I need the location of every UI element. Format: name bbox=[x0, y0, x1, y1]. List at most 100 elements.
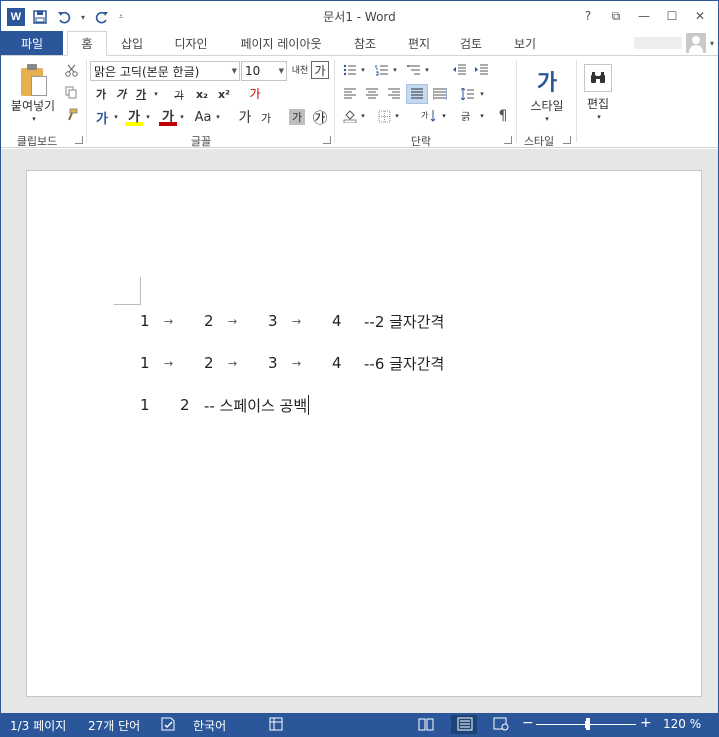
font-launcher-icon[interactable] bbox=[323, 136, 331, 144]
binoculars-icon[interactable] bbox=[584, 64, 612, 92]
doc-line-1[interactable]: 1 → 2 → 3 → 4 --2 글자간격 bbox=[140, 310, 444, 332]
shading-dropdown-icon[interactable]: ▾ bbox=[359, 110, 367, 122]
tab-review[interactable]: 검토 bbox=[451, 31, 491, 55]
increase-indent-icon[interactable] bbox=[473, 62, 491, 78]
document-page[interactable]: 1 → 2 → 3 → 4 --2 글자간격 1 → 2 → 3 → 4 --6… bbox=[26, 170, 702, 697]
styles-icon[interactable]: 가 bbox=[529, 64, 565, 98]
borders-dropdown-icon[interactable]: ▾ bbox=[393, 110, 401, 122]
asian-layout-icon[interactable]: 긁 bbox=[459, 108, 477, 124]
tab-insert[interactable]: 삽입 bbox=[111, 31, 153, 55]
bullets-icon[interactable] bbox=[341, 62, 359, 78]
shading-icon[interactable] bbox=[341, 108, 359, 124]
group-label-styles: 스타일 bbox=[523, 135, 555, 148]
bold-button[interactable]: 가 bbox=[93, 86, 109, 102]
sort-icon[interactable]: 가 bbox=[419, 108, 439, 124]
enclose-characters-button[interactable]: ㉮ bbox=[311, 108, 329, 127]
styles-launcher-icon[interactable] bbox=[563, 136, 571, 144]
highlight-button[interactable]: 가 bbox=[125, 108, 143, 126]
show-paragraph-marks-icon[interactable]: ¶ bbox=[495, 108, 511, 124]
word-window: W ▾ ⩡ 문서1 - Word ? ⧉ — ☐ ✕ 파일 홈 삽입 디자인 페 bbox=[0, 0, 719, 737]
macro-record-icon[interactable] bbox=[269, 717, 283, 731]
close-button[interactable]: ✕ bbox=[686, 5, 714, 27]
ribbon-display-button[interactable]: ⧉ bbox=[602, 5, 630, 27]
tab-mailings[interactable]: 편지 bbox=[399, 31, 439, 55]
underline-dropdown-icon[interactable]: ▾ bbox=[151, 86, 161, 102]
highlight-dropdown-icon[interactable]: ▾ bbox=[144, 110, 152, 124]
justify-icon[interactable] bbox=[406, 84, 428, 104]
numbering-icon[interactable] bbox=[373, 62, 391, 78]
bullets-dropdown-icon[interactable]: ▾ bbox=[359, 64, 367, 76]
character-border-button[interactable]: 가 bbox=[311, 61, 329, 79]
shrink-font-button[interactable]: 가 bbox=[259, 110, 273, 126]
minimize-button[interactable]: — bbox=[630, 5, 658, 27]
format-painter-icon[interactable] bbox=[63, 106, 79, 122]
styles-dropdown-icon[interactable]: ▾ bbox=[541, 114, 553, 124]
font-color-dropdown-icon[interactable]: ▾ bbox=[178, 110, 186, 124]
editing-dropdown-icon[interactable]: ▾ bbox=[593, 112, 605, 122]
zoom-in-button[interactable]: + bbox=[640, 715, 652, 731]
web-layout-icon[interactable] bbox=[493, 717, 509, 731]
grow-font-button[interactable]: 가 bbox=[237, 108, 253, 126]
editing-button[interactable]: 편집 bbox=[579, 96, 617, 111]
tab-design[interactable]: 디자인 bbox=[165, 31, 217, 55]
sort-dropdown-icon[interactable]: ▾ bbox=[440, 110, 448, 122]
tab-home[interactable]: 홈 bbox=[67, 31, 107, 56]
doc-line-2[interactable]: 1 → 2 → 3 → 4 --6 글자간격 bbox=[140, 352, 444, 374]
zoom-level[interactable]: 120 % bbox=[663, 717, 701, 731]
tab-references[interactable]: 참조 bbox=[345, 31, 385, 55]
line-spacing-icon[interactable] bbox=[459, 86, 477, 102]
paragraph-launcher-icon[interactable] bbox=[504, 136, 512, 144]
styles-button[interactable]: 스타일 bbox=[521, 98, 573, 113]
margin-corner-mark bbox=[140, 277, 141, 304]
tab-page-layout[interactable]: 페이지 레이아웃 bbox=[229, 31, 333, 55]
tab-view[interactable]: 보기 bbox=[505, 31, 545, 55]
subscript-button[interactable]: x₂ bbox=[193, 86, 211, 102]
clear-formatting-button[interactable]: 가 bbox=[245, 84, 265, 102]
asian-layout-dropdown-icon[interactable]: ▾ bbox=[478, 110, 486, 122]
align-center-icon[interactable] bbox=[363, 86, 381, 102]
read-mode-icon[interactable] bbox=[418, 717, 434, 731]
margin-corner-mark bbox=[114, 304, 141, 305]
character-shading-button[interactable]: 가 bbox=[289, 109, 305, 125]
zoom-slider-thumb[interactable] bbox=[586, 718, 590, 730]
change-case-button[interactable]: Aa bbox=[193, 108, 213, 126]
align-left-icon[interactable] bbox=[341, 86, 359, 102]
change-case-dropdown-icon[interactable]: ▾ bbox=[214, 110, 222, 124]
numbering-dropdown-icon[interactable]: ▾ bbox=[391, 64, 399, 76]
paste-button[interactable]: 붙여넣기 bbox=[5, 98, 61, 113]
phonetic-guide-button[interactable]: 내천 bbox=[291, 61, 309, 81]
help-button[interactable]: ? bbox=[574, 5, 602, 27]
line-spacing-dropdown-icon[interactable]: ▾ bbox=[478, 88, 486, 100]
distributed-icon[interactable] bbox=[431, 86, 449, 102]
text-effects-dropdown-icon[interactable]: ▾ bbox=[112, 110, 120, 124]
paste-dropdown-icon[interactable]: ▾ bbox=[27, 114, 41, 124]
superscript-button[interactable]: x² bbox=[215, 86, 233, 102]
status-language[interactable]: 한국어 bbox=[193, 717, 226, 734]
paste-icon[interactable] bbox=[19, 64, 49, 98]
clipboard-launcher-icon[interactable] bbox=[75, 136, 83, 144]
user-area[interactable]: ▾ bbox=[633, 33, 714, 53]
borders-icon[interactable] bbox=[375, 108, 393, 124]
tab-file[interactable]: 파일 bbox=[1, 31, 63, 55]
text-effects-button[interactable]: 가 bbox=[93, 108, 111, 127]
font-color-button[interactable]: 가 bbox=[159, 108, 177, 126]
font-size-value: 10 bbox=[245, 64, 261, 78]
status-page[interactable]: 1/3 페이지 bbox=[10, 717, 66, 734]
font-size-combo[interactable]: 10 ▼ bbox=[241, 61, 287, 81]
cut-icon[interactable] bbox=[63, 62, 79, 78]
copy-icon[interactable] bbox=[63, 84, 79, 100]
doc-line-3[interactable]: 1 2 -- 스페이스 공백 bbox=[140, 394, 310, 416]
align-right-icon[interactable] bbox=[385, 86, 403, 102]
proofing-icon[interactable] bbox=[161, 717, 177, 731]
strikethrough-button[interactable]: 가 bbox=[169, 86, 189, 102]
decrease-indent-icon[interactable] bbox=[451, 62, 469, 78]
zoom-out-button[interactable]: − bbox=[522, 715, 534, 731]
font-name-combo[interactable]: 맑은 고딕(본문 한글) ▼ bbox=[90, 61, 240, 81]
multilevel-dropdown-icon[interactable]: ▾ bbox=[423, 64, 431, 76]
maximize-button[interactable]: ☐ bbox=[658, 5, 686, 27]
multilevel-list-icon[interactable] bbox=[405, 62, 423, 78]
italic-button[interactable]: 가 bbox=[113, 86, 129, 102]
underline-button[interactable]: 가 bbox=[133, 86, 149, 102]
avatar bbox=[685, 33, 706, 53]
status-word-count[interactable]: 27개 단어 bbox=[88, 717, 140, 734]
